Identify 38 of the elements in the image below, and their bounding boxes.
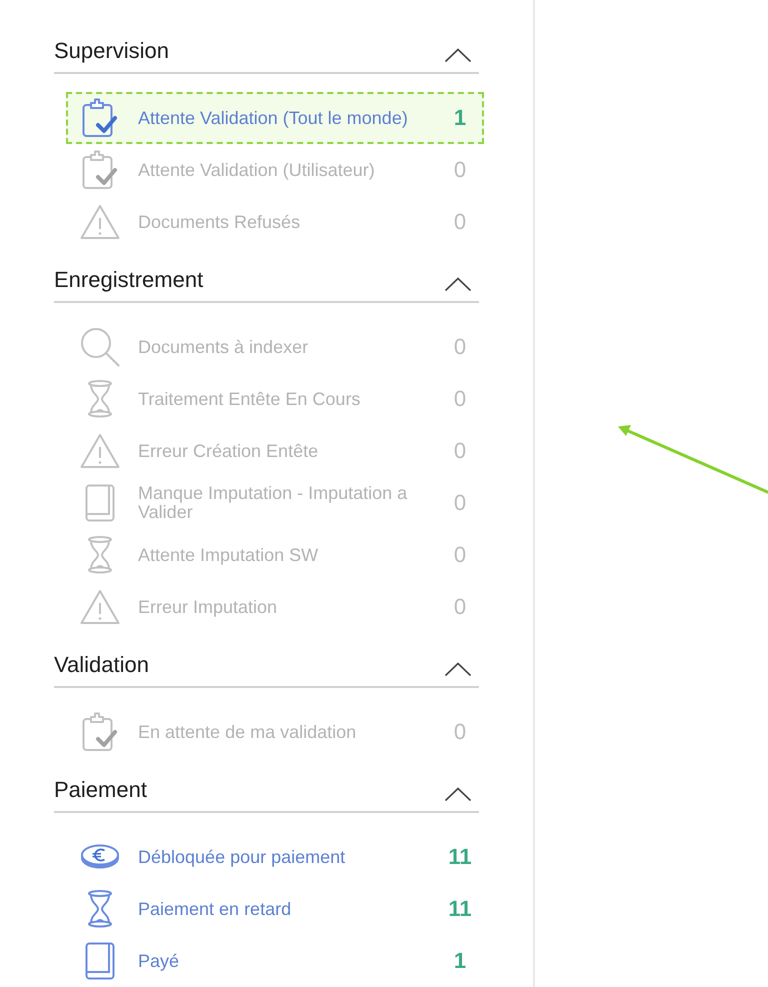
section-title: Paiement [54, 777, 147, 803]
item-label: Débloquée pour paiement [138, 848, 346, 866]
item-label: Attente Imputation SW [138, 546, 320, 564]
item-count: 0 [452, 594, 468, 620]
item-count: 0 [452, 542, 468, 568]
item-label: Attente Validation (Tout le monde) [138, 108, 409, 128]
item-label: Attente Validation (Utilisateur) [138, 160, 376, 180]
chevron-up-icon[interactable] [444, 786, 472, 802]
item-count: 0 [452, 209, 468, 235]
nav-item[interactable]: Paiement en retard 11 [66, 883, 484, 935]
item-label: En attente de ma validation [138, 722, 358, 742]
section-title: Enregistrement [54, 267, 204, 293]
item-count: 1 [452, 948, 468, 974]
chevron-up-icon[interactable] [444, 276, 472, 292]
item-count: 11 [447, 844, 473, 870]
section-title: Validation [54, 652, 149, 678]
item-label: Erreur Création Entête [138, 442, 320, 460]
chevron-up-icon[interactable] [444, 48, 472, 62]
item-count: 0 [452, 438, 468, 464]
item-count: 1 [452, 105, 468, 131]
nav-item[interactable]: Débloquée pour paiement 11 [66, 831, 484, 883]
item-label: Erreur Imputation [138, 598, 278, 616]
item-label: Documents à indexer [138, 338, 310, 356]
item-label: Manque Imputation - Imputation a Valider [138, 484, 408, 522]
item-count: 0 [452, 334, 468, 360]
item-count: 0 [452, 157, 468, 183]
item-count: 0 [452, 490, 468, 516]
chevron-up-icon[interactable] [444, 662, 472, 676]
item-count: 0 [452, 386, 468, 412]
item-count: 0 [452, 719, 468, 745]
nav-item[interactable]: Payé 1 [66, 935, 484, 987]
item-label: Traitement Entête En Cours [138, 390, 362, 408]
nav-item[interactable]: Attente Validation (Tout le monde) 1 [66, 92, 484, 144]
item-label: Payé [138, 952, 180, 970]
item-label: Documents Refusés [138, 212, 302, 232]
section-title: Supervision [54, 38, 169, 64]
item-label: Paiement en retard [138, 900, 292, 918]
item-count: 11 [447, 896, 473, 922]
